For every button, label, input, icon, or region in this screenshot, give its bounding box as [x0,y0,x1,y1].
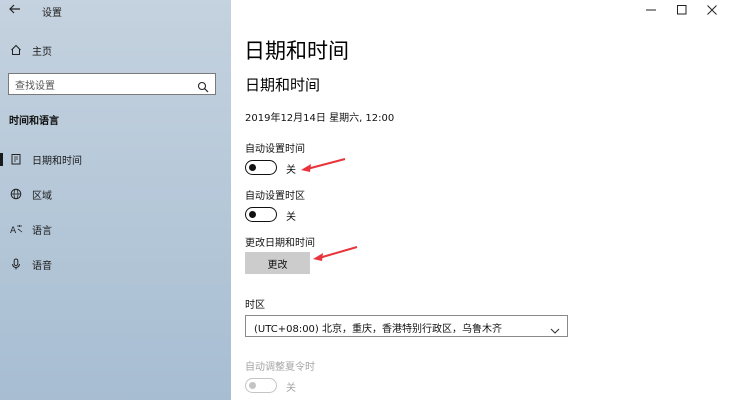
change-datetime-label: 更改日期和时间 [245,238,315,249]
timezone-select[interactable]: (UTC+08:00) 北京，重庆，香港特别行政区，乌鲁木齐 [245,315,568,337]
timezone-label: 时区 [245,300,265,311]
svg-text:A: A [10,226,17,236]
sidebar: 设置 主页 查找设置 时间和语言 日期和时间 区域 A 语言 语音 [0,0,231,400]
sidebar-item-language[interactable]: A 语言 [0,217,231,241]
auto-time-state: 关 [286,165,296,176]
sidebar-item-label: 区域 [32,190,52,202]
toggle-knob [249,381,256,389]
main-panel: 日期和时间 日期和时间 2019年12月14日 星期六, 12:00 自动设置时… [231,0,729,400]
auto-time-label: 自动设置时间 [245,144,305,155]
page-title: 日期和时间 [244,39,349,63]
sidebar-item-label: 语言 [32,225,52,237]
sidebar-item-speech[interactable]: 语音 [0,252,231,276]
minimize-icon[interactable] [637,1,665,19]
change-button[interactable]: 更改 [245,252,310,274]
dst-state: 关 [286,383,296,394]
sidebar-item-datetime[interactable]: 日期和时间 [0,147,231,171]
home-icon [9,43,23,57]
auto-timezone-toggle[interactable] [245,207,277,222]
globe-icon [9,187,23,201]
close-icon[interactable] [698,1,726,19]
sidebar-item-label: 语音 [32,260,52,272]
search-input[interactable]: 查找设置 [8,73,216,95]
toggle-knob [249,163,256,171]
dst-label: 自动调整夏令时 [245,362,315,373]
auto-timezone-state: 关 [286,212,296,223]
search-icon[interactable] [197,78,209,93]
search-placeholder: 查找设置 [15,80,55,92]
current-datetime: 2019年12月14日 星期六, 12:00 [245,113,395,124]
auto-time-toggle[interactable] [245,160,277,175]
maximize-icon[interactable] [668,1,696,19]
microphone-icon [9,257,23,271]
sidebar-item-home[interactable]: 主页 [0,38,231,62]
annotation-arrow-icon [313,246,358,261]
sidebar-item-label: 主页 [32,46,52,58]
dst-toggle [245,378,277,393]
app-title: 设置 [42,8,62,19]
sidebar-item-label: 日期和时间 [32,155,82,167]
timezone-value: (UTC+08:00) 北京，重庆，香港特别行政区，乌鲁木齐 [254,324,503,335]
section-title: 日期和时间 [245,76,321,94]
calendar-icon [9,152,23,166]
back-arrow-icon[interactable] [8,2,24,18]
chevron-down-icon [550,321,560,334]
toggle-knob [249,210,256,218]
sidebar-item-region[interactable]: 区域 [0,182,231,206]
section-heading: 时间和语言 [9,116,59,127]
language-icon: A [9,222,23,236]
titlebar-left: 设置 [0,0,231,22]
auto-timezone-label: 自动设置时区 [245,191,305,202]
annotation-arrow-icon [301,158,346,172]
